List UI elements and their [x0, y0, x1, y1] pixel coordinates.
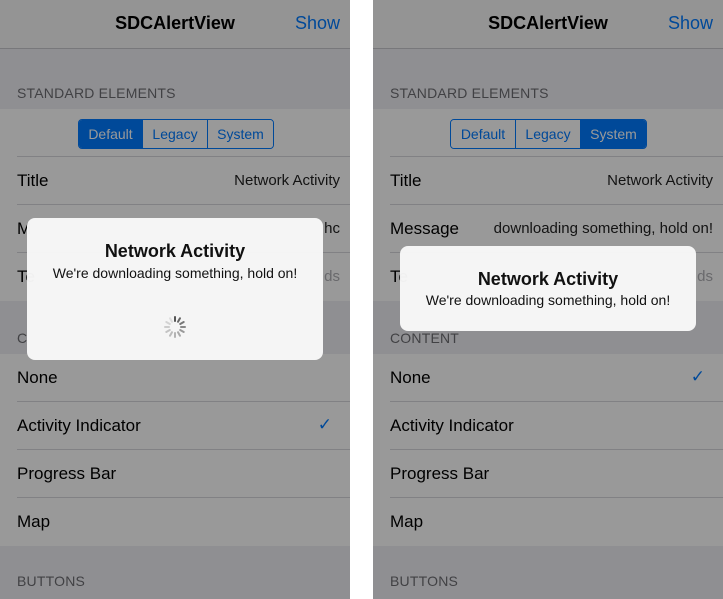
alert-view: Network Activity We're downloading somet…: [400, 246, 696, 331]
left-screen: SDCAlertView Show STANDARD ELEMENTS Defa…: [0, 0, 350, 599]
alert-title: Network Activity: [104, 241, 246, 261]
alert-title: Network Activity: [477, 269, 619, 289]
right-screen: SDCAlertView Show STANDARD ELEMENTS Defa…: [373, 0, 723, 599]
alert-view: Network Activity We're downloading somet…: [27, 218, 323, 360]
alert-message: We're downloading something, hold on!: [425, 292, 671, 308]
activity-spinner-icon: [164, 316, 186, 338]
alert-message: We're downloading something, hold on!: [52, 265, 298, 281]
